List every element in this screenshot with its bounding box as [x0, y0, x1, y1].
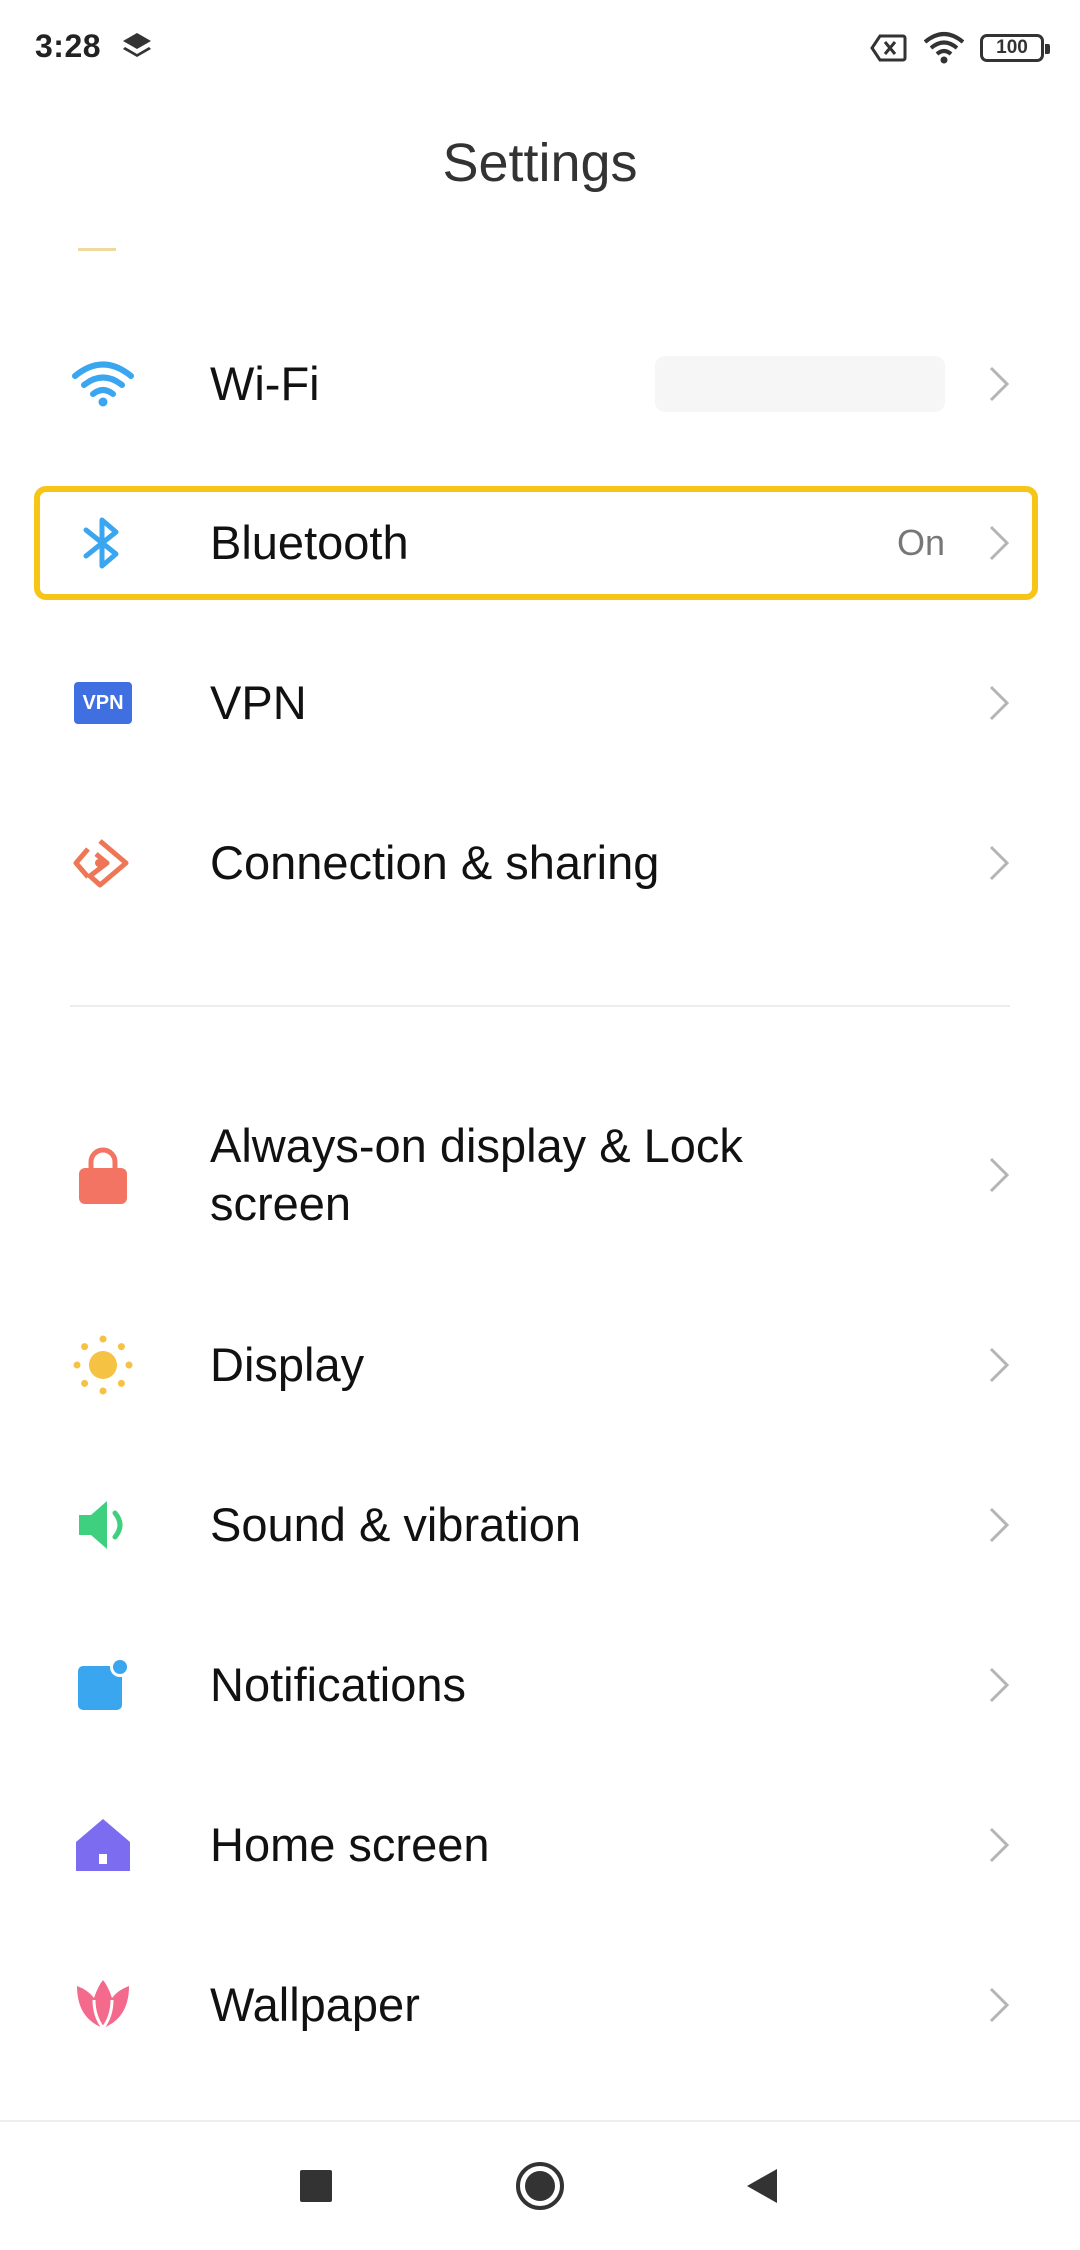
chevron-right-icon: [989, 1827, 1010, 1863]
chevron-right-icon: [989, 525, 1010, 561]
chevron-right-icon: [989, 1987, 1010, 2023]
settings-item-sound[interactable]: Sound & vibration: [0, 1445, 1080, 1605]
settings-item-label: Home screen: [210, 1818, 490, 1871]
recents-button[interactable]: [299, 2169, 333, 2203]
status-icons: 100: [870, 28, 1050, 68]
settings-item-label: Wallpaper: [210, 1978, 420, 2031]
section-divider: [70, 1005, 1010, 1007]
chevron-right-icon: [989, 845, 1010, 881]
chevron-right-icon: [989, 1507, 1010, 1543]
settings-item-label: Bluetooth: [210, 516, 409, 569]
tulip-icon: [68, 1970, 138, 2040]
settings-item-label: Display: [210, 1338, 365, 1391]
navigation-bar: [0, 2120, 1080, 2250]
settings-item-connection-sharing[interactable]: Connection & sharing: [0, 783, 1080, 943]
settings-item-label: Connection & sharing: [210, 836, 660, 889]
settings-item-wifi[interactable]: Wi-Fi: [0, 304, 1080, 464]
sun-icon: [68, 1330, 138, 1400]
settings-item-label: VPN: [210, 676, 307, 729]
bluetooth-icon: [68, 508, 138, 578]
settings-item-home-screen[interactable]: Home screen: [0, 1765, 1080, 1925]
bluetooth-status: On: [896, 522, 945, 563]
wifi-icon: [923, 32, 965, 64]
settings-item-label: Notifications: [210, 1658, 466, 1711]
speaker-icon: [68, 1490, 138, 1560]
settings-item-notifications[interactable]: Notifications: [0, 1605, 1080, 1765]
layers-icon: [123, 33, 151, 57]
settings-item-bluetooth[interactable]: Bluetooth On: [0, 463, 1080, 623]
page-title: Settings: [442, 133, 638, 193]
wifi-network-name-redacted: [655, 356, 945, 412]
status-time: 3:28: [35, 28, 102, 64]
home-button[interactable]: [514, 2160, 566, 2212]
chevron-right-icon: [989, 366, 1010, 402]
lock-icon: [68, 1140, 138, 1210]
settings-item-always-on-display[interactable]: Always-on display & Lock screen: [0, 1095, 1080, 1255]
settings-item-vpn[interactable]: VPN VPN: [0, 623, 1080, 783]
battery-indicator: 100: [980, 34, 1050, 62]
settings-item-label: Always-on display & Lock screen: [210, 1119, 743, 1230]
chevron-right-icon: [989, 685, 1010, 721]
settings-item-display[interactable]: Display: [0, 1285, 1080, 1445]
notification-icon: [68, 1650, 138, 1720]
chevron-right-icon: [989, 1667, 1010, 1703]
scrolled-item-edge: [78, 248, 116, 251]
vpn-icon: VPN: [68, 668, 138, 738]
sim-blocked-icon: [870, 34, 907, 62]
wifi-icon: [68, 349, 138, 419]
chevron-right-icon: [989, 1157, 1010, 1193]
status-bar: 3:28 100: [0, 0, 1080, 96]
settings-item-label: Sound & vibration: [210, 1498, 582, 1551]
connection-sharing-icon: [68, 828, 138, 898]
settings-item-wallpaper[interactable]: Wallpaper: [0, 1925, 1080, 2085]
vpn-icon-text: VPN: [82, 691, 124, 714]
home-icon: [68, 1810, 138, 1880]
chevron-right-icon: [989, 1347, 1010, 1383]
back-button[interactable]: [744, 2167, 780, 2205]
